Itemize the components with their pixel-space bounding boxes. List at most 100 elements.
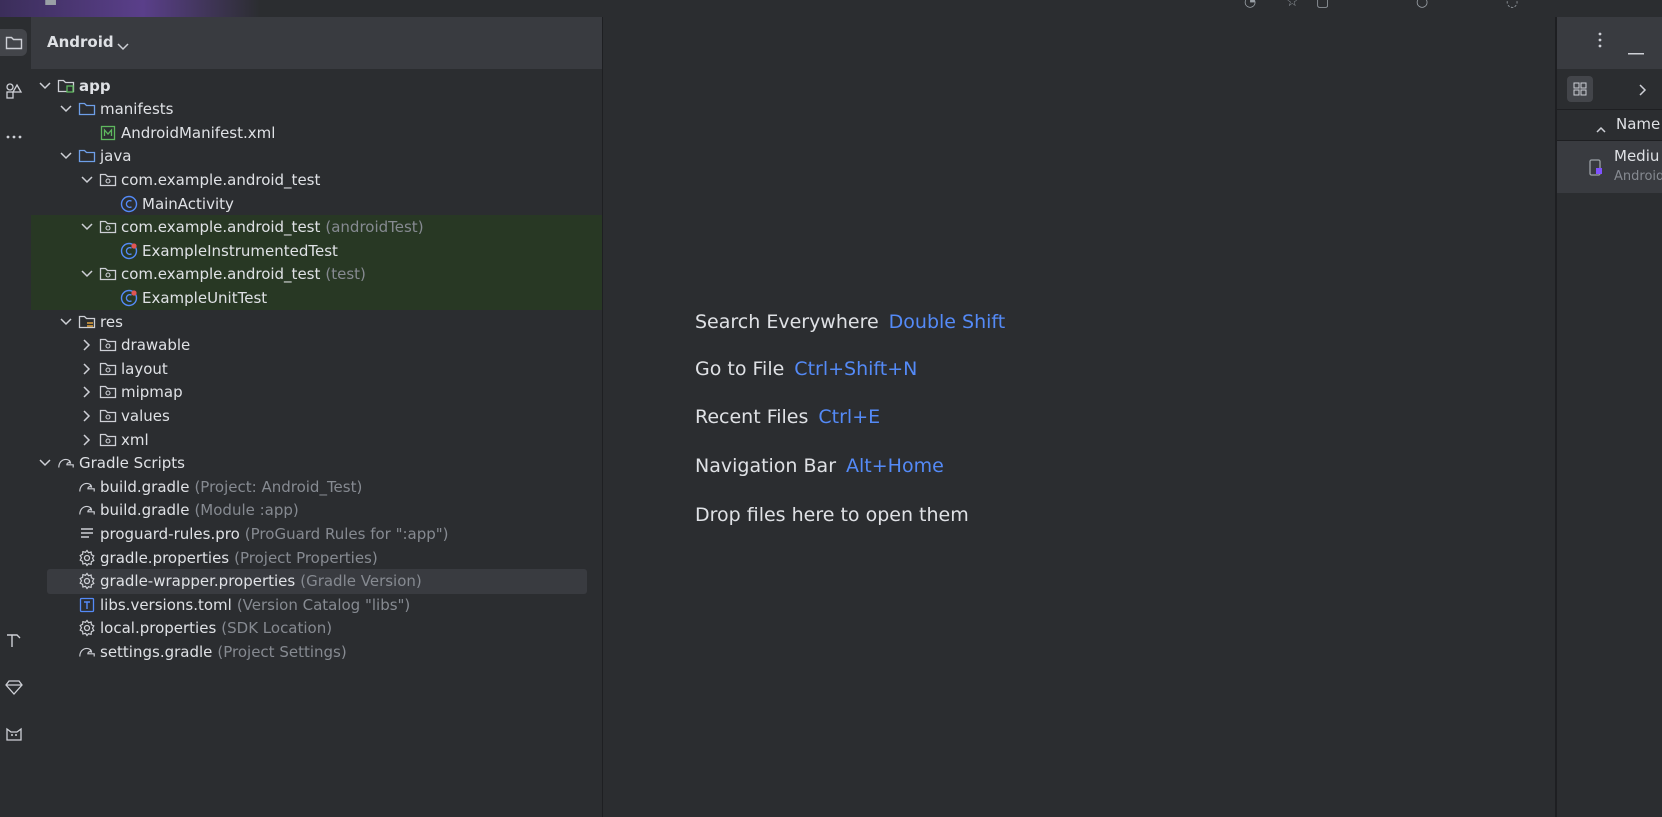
chevron-down-icon[interactable] [58, 309, 74, 334]
device-table-header[interactable]: Name [1557, 110, 1662, 141]
device-manager-panel: Name Mediu Android [1556, 17, 1662, 817]
tree-row[interactable]: AndroidManifest.xml [31, 120, 602, 145]
tree-row[interactable]: com.example.android_test (test) [31, 261, 602, 287]
tree-row-label: gradle.properties [100, 548, 230, 567]
layout-icon[interactable]: ▢ [1316, 0, 1329, 10]
tree-row-hint: (Gradle Version) [300, 572, 422, 591]
project-panel: Android app manifests AndroidManifest.xml j… [31, 17, 603, 817]
test-class-icon [120, 242, 138, 260]
chevron-right-icon[interactable] [79, 356, 95, 381]
tree-row[interactable]: MainActivity [31, 191, 602, 216]
grid-view-icon[interactable] [1567, 76, 1593, 102]
tree-row-hint: (Project Properties) [234, 548, 378, 567]
package-icon [99, 265, 117, 283]
build-hammer-icon[interactable] [0, 626, 27, 653]
tree-row[interactable]: libs.versions.toml (Version Catalog "libs… [31, 592, 602, 617]
search-icon[interactable]: ○ [1416, 0, 1428, 10]
tree-row[interactable]: com.example.android_test (androidTest) [31, 214, 602, 240]
tree-row[interactable]: layout [31, 356, 602, 381]
gem-icon[interactable] [0, 673, 27, 700]
tree-row[interactable]: ExampleInstrumentedTest [31, 238, 602, 264]
column-name-header[interactable]: Name [1616, 115, 1660, 133]
tree-row[interactable]: res [31, 309, 602, 334]
toml-file-icon [78, 596, 96, 614]
tree-row[interactable]: local.properties (SDK Location) [31, 616, 602, 641]
package-icon [99, 360, 117, 378]
package-icon [99, 218, 117, 236]
sort-ascending-icon[interactable] [1596, 119, 1606, 137]
tree-row-label: local.properties [100, 619, 217, 638]
tip-drop-files: Drop files here to open them [695, 504, 969, 526]
tree-row-label: manifests [100, 100, 174, 119]
chevron-down-icon[interactable] [79, 215, 95, 240]
tree-row[interactable]: values [31, 403, 602, 428]
chevron-down-icon[interactable] [117, 37, 129, 55]
tree-row-hint: (Version Catalog "libs") [236, 595, 411, 614]
tree-row[interactable]: gradle.properties (Project Properties) [31, 545, 602, 570]
chevron-right-icon[interactable] [79, 403, 95, 428]
title-bar-accent [0, 0, 260, 17]
chevron-right-icon[interactable] [79, 427, 95, 452]
chevron-down-icon[interactable] [37, 451, 53, 476]
device-row[interactable]: Mediu Android [1557, 141, 1662, 193]
project-panel-header: Android [31, 17, 602, 69]
tree-row[interactable]: build.gradle (Project: Android_Test) [31, 474, 602, 499]
tree-row[interactable]: settings.gradle (Project Settings) [31, 639, 602, 664]
run-icon[interactable]: ◔ [1244, 0, 1256, 10]
chevron-down-icon[interactable] [79, 262, 95, 287]
chevron-right-icon[interactable] [79, 333, 95, 358]
device-subtitle: Android [1614, 169, 1662, 184]
device-manager-header [1557, 17, 1662, 69]
chevron-down-icon[interactable] [37, 73, 53, 98]
folder-icon [78, 147, 96, 165]
package-icon [99, 171, 117, 189]
tree-row[interactable]: com.example.android_test [31, 167, 602, 192]
bookmark-icon[interactable]: ☆ [1286, 0, 1299, 10]
tip-navigation-bar: Navigation Bar Alt+Home [695, 455, 944, 477]
package-icon [99, 336, 117, 354]
chevron-right-icon[interactable] [79, 380, 95, 405]
tip-search-everywhere: Search Everywhere Double Shift [695, 311, 1005, 333]
tree-row[interactable]: drawable [31, 333, 602, 358]
more-tools-icon[interactable] [0, 123, 27, 150]
gradle-icon [78, 478, 96, 496]
tree-row[interactable]: gradle-wrapper.properties (Gradle Version… [47, 568, 587, 594]
text-file-icon [78, 525, 96, 543]
editor-area: Search Everywhere Double Shift Go to File… [603, 17, 1555, 817]
tree-row[interactable]: java [31, 144, 602, 169]
tree-row[interactable]: xml [31, 427, 602, 452]
resource-manager-icon[interactable] [0, 77, 27, 104]
tree-row-label: java [100, 147, 132, 166]
module-folder-icon [57, 77, 75, 95]
tree-row[interactable]: proguard-rules.pro (ProGuard Rules for ":… [31, 521, 602, 546]
folder-icon [78, 100, 96, 118]
gradle-icon [78, 501, 96, 519]
tree-row[interactable]: build.gradle (Module :app) [31, 498, 602, 523]
minimize-icon[interactable] [1628, 41, 1644, 59]
tree-row-label: app [79, 76, 111, 95]
tree-row-label: layout [121, 359, 168, 378]
logcat-icon[interactable] [0, 720, 27, 747]
project-view-selector[interactable]: Android [47, 33, 114, 51]
tree-row[interactable]: manifests [31, 97, 602, 122]
tip-label: Go to File [695, 358, 785, 380]
tree-row-hint: (SDK Location) [221, 619, 333, 638]
tree-row-label: gradle-wrapper.properties [100, 572, 296, 591]
chevron-down-icon[interactable] [58, 97, 74, 122]
gear-icon [78, 572, 96, 590]
tree-row[interactable]: app [31, 73, 602, 98]
tree-row-hint: (androidTest) [325, 218, 424, 237]
tree-row[interactable]: ExampleUnitTest [31, 285, 602, 311]
tip-go-to-file: Go to File Ctrl+Shift+N [695, 358, 917, 380]
settings-icon[interactable]: ◌ [1506, 0, 1518, 10]
main-menu-icon[interactable]: ▬ [44, 0, 57, 10]
chevron-down-icon[interactable] [79, 167, 95, 192]
more-options-icon[interactable] [1597, 31, 1603, 53]
tree-row[interactable]: Gradle Scripts [31, 451, 602, 476]
tree-row[interactable]: mipmap [31, 380, 602, 405]
chevron-right-icon[interactable] [1639, 82, 1647, 100]
chevron-down-icon[interactable] [58, 144, 74, 169]
tree-row-label: com.example.android_test [121, 170, 321, 189]
left-tool-strip [0, 17, 32, 817]
project-tool-folder-icon[interactable] [0, 29, 27, 56]
